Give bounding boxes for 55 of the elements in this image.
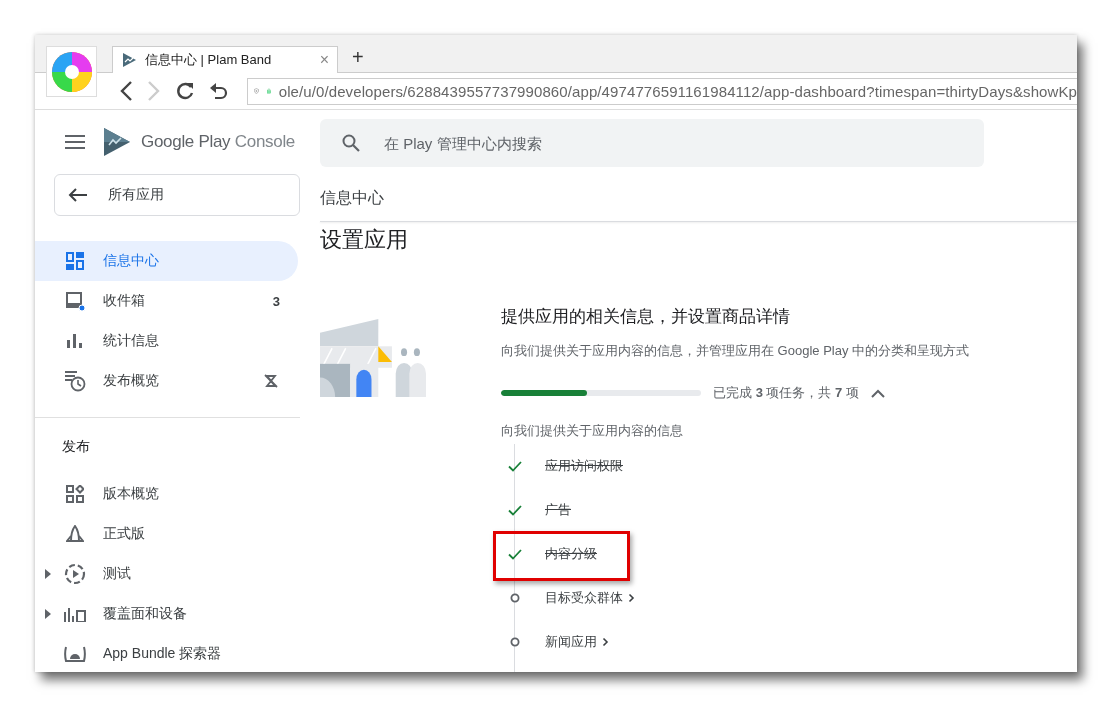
task-link[interactable]: 目标受众群体 (545, 587, 635, 609)
collapse-icon[interactable] (870, 388, 885, 398)
address-bar[interactable]: ole/u/0/developers/6288439557737990860/app/4974776591161984112/app-dashboard?timespan=thirtyDays&showKp (247, 77, 1077, 105)
nav-item[interactable]: 信息中心 (35, 241, 298, 281)
expand-caret-icon[interactable] (44, 609, 52, 619)
nav-item[interactable]: 正式版 (35, 514, 298, 554)
search-icon (342, 134, 360, 152)
all-apps-button[interactable]: 所有应用 (54, 174, 300, 216)
reload-icon[interactable] (175, 81, 195, 101)
nav-item[interactable]: 统计信息 (35, 321, 298, 361)
progress-text: 已完成 3 项任务，共 7 项 (713, 384, 859, 402)
play-console-icon (121, 52, 137, 68)
task-link[interactable]: 内容分级 (545, 543, 597, 565)
close-tab-button[interactable]: × (319, 51, 329, 69)
undo-icon[interactable] (209, 81, 229, 101)
play-console-logo-icon (103, 127, 131, 157)
section-heading: 发布 (61, 437, 91, 456)
dashboard-icon (66, 252, 84, 270)
url-text: ole/u/0/developers/6288439557737990860/app/4974776591161984112/app-dashboard?timespan=thirtyDays&showKp (278, 82, 1077, 100)
arrow-back-icon (68, 188, 88, 202)
android-icon (64, 645, 86, 663)
browser-logo-icon (46, 46, 97, 97)
setup-description: 向我们提供关于应用内容的信息，并管理应用在 Google Play 中的分类和呈现方式 (501, 342, 970, 360)
inbox-count: 3 (272, 293, 280, 309)
task-link[interactable]: 新闻应用 (545, 631, 609, 653)
nav-item[interactable]: 版本概览 (35, 474, 298, 514)
nav-item[interactable]: 发布概览 (35, 361, 298, 401)
setup-title: 提供应用的相关信息，并设置商品详情 (501, 306, 791, 328)
shapes-icon (66, 485, 84, 503)
bar-chart-icon (64, 606, 86, 622)
nav-item[interactable]: 测试 (35, 554, 298, 594)
bar-chart-icon (67, 334, 83, 348)
browser-tab[interactable]: 信息中心 | Plam Band × (112, 46, 338, 73)
schedule-list-icon (64, 370, 86, 392)
task-link[interactable]: 应用访问权限 (545, 455, 623, 477)
expand-caret-icon[interactable] (44, 569, 52, 579)
rocket-icon (66, 525, 84, 543)
nav-item[interactable]: 覆盖面和设备 (35, 594, 298, 634)
tab-title: 信息中心 | Plam Band (145, 51, 273, 69)
inbox-icon (65, 291, 85, 311)
chevron-right-icon (628, 593, 635, 603)
search-field[interactable]: 在 Play 管理中心内搜索 (320, 119, 984, 167)
menu-icon[interactable] (65, 135, 85, 149)
task-group-heading: 向我们提供关于应用内容的信息 (501, 422, 684, 440)
nav-item[interactable]: App Bundle 探索器 (35, 634, 298, 672)
page-title: 设置应用 (320, 226, 409, 254)
back-icon[interactable] (119, 80, 133, 102)
brand-name: Google Play Console (141, 132, 296, 152)
new-tab-button[interactable]: + (352, 46, 364, 69)
task-link[interactable]: 广告 (545, 499, 571, 521)
search-input[interactable]: 在 Play 管理中心内搜索 (382, 133, 984, 153)
breadcrumb: 信息中心 (320, 188, 385, 208)
play-circle-icon (64, 563, 86, 585)
nav-item[interactable]: 收件箱 3 (35, 281, 298, 321)
chevron-right-icon (602, 637, 609, 647)
